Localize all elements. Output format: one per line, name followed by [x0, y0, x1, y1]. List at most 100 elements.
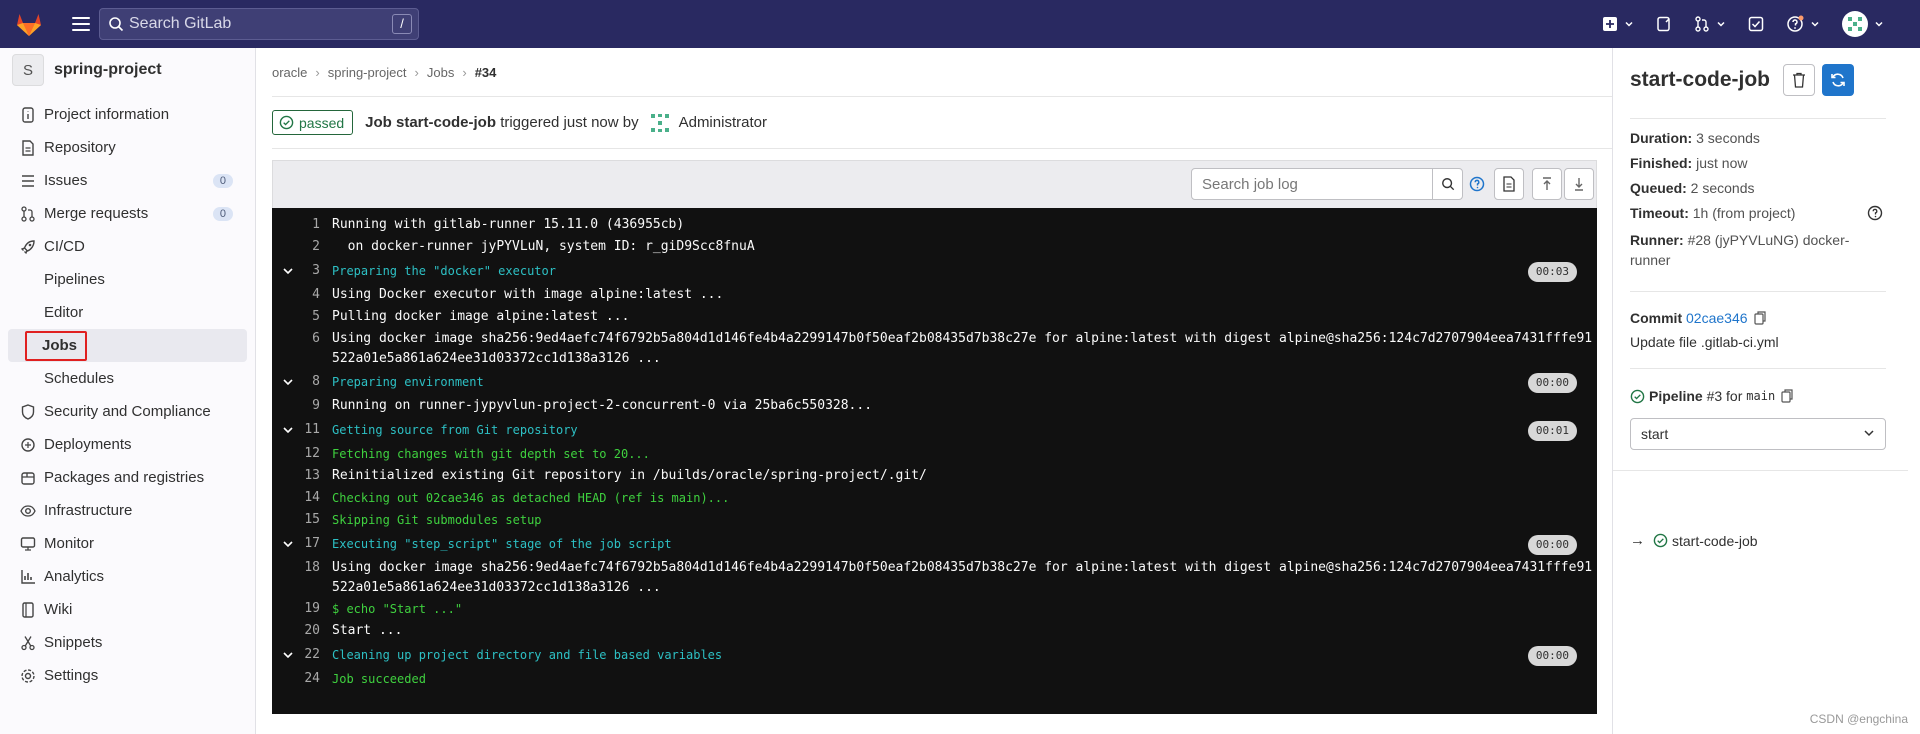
sidebar-item-project-information[interactable]: Project information [0, 98, 255, 131]
sidebar-item-wiki[interactable]: Wiki [0, 593, 255, 626]
chevron-down-icon[interactable] [282, 531, 298, 560]
search-icon [1441, 178, 1454, 191]
log-line-number[interactable]: 19 [272, 598, 332, 620]
log-line-number[interactable]: 11 [272, 417, 332, 443]
log-section-header[interactable]: 11 Getting source from Git repository 00:0… [272, 417, 1597, 443]
sidebar-item-merge-requests[interactable]: Merge requests 0 [0, 197, 255, 230]
sidebar-item-label: Wiki [44, 601, 73, 618]
sidebar-item-deployments[interactable]: Deployments [0, 428, 255, 461]
job-prefix: Job [365, 114, 392, 131]
chevron-down-icon[interactable] [282, 369, 298, 398]
job-log-search-input[interactable] [1192, 169, 1432, 199]
sidebar-item-analytics[interactable]: Analytics [0, 560, 255, 593]
project-name[interactable]: spring-project [54, 61, 162, 79]
log-line-number[interactable]: 8 [272, 369, 332, 395]
todo-check-icon [1748, 16, 1764, 32]
info-icon [20, 106, 36, 123]
log-line-number[interactable]: 9 [272, 395, 332, 417]
sidebar-item-label: Repository [44, 139, 116, 156]
erase-job-button[interactable] [1783, 64, 1815, 96]
scroll-to-bottom-button[interactable] [1564, 168, 1594, 200]
help-icon[interactable] [1867, 205, 1883, 221]
sidebar-subitem-pipelines[interactable]: Pipelines [0, 263, 255, 296]
copy-icon[interactable] [1781, 389, 1793, 403]
scroll-to-top-button[interactable] [1532, 168, 1562, 200]
log-line-number[interactable]: 2 [272, 236, 332, 258]
sidebar-item-snippets[interactable]: Snippets [0, 626, 255, 659]
log-line-number[interactable]: 17 [272, 531, 332, 557]
sidebar-item-packages[interactable]: Packages and registries [0, 461, 255, 494]
breadcrumb-separator-icon: › [315, 65, 320, 80]
sidebar-item-settings[interactable]: Settings [0, 659, 255, 692]
breadcrumb-item-project[interactable]: spring-project [328, 65, 407, 80]
global-search-input[interactable] [129, 15, 389, 33]
issues-nav[interactable] [1656, 16, 1672, 32]
job-user[interactable]: Administrator [679, 114, 767, 131]
sidebar-subitem-editor[interactable]: Editor [0, 296, 255, 329]
help-dropdown[interactable] [1786, 15, 1820, 33]
gitlab-logo-icon[interactable] [14, 9, 44, 39]
sidebar-item-monitor[interactable]: Monitor [0, 527, 255, 560]
log-line-number[interactable]: 24 [272, 668, 332, 690]
log-line: 13 Reinitialized existing Git repository … [272, 465, 1597, 487]
project-header[interactable]: S spring-project [0, 48, 255, 92]
log-line-number[interactable]: 5 [272, 306, 332, 328]
sidebar-subitem-jobs[interactable]: Jobs [8, 329, 247, 362]
commit-sha-link[interactable]: 02cae346 [1686, 310, 1748, 326]
help-icon[interactable] [1469, 176, 1485, 192]
issues-icon [1657, 16, 1670, 32]
stage-select[interactable]: start [1630, 418, 1886, 450]
job-list-item[interactable]: → start-code-job [1630, 532, 1758, 549]
log-section-header[interactable]: 8 Preparing environment 00:00 [272, 369, 1597, 395]
menu-icon[interactable] [72, 17, 90, 31]
breadcrumb-item-job-id[interactable]: #34 [475, 65, 497, 80]
chevron-down-icon[interactable] [282, 258, 298, 287]
status-badge[interactable]: passed [272, 110, 354, 135]
sidebar-item-security[interactable]: Security and Compliance [0, 395, 255, 428]
sidebar-subitem-schedules[interactable]: Schedules [0, 362, 255, 395]
log-line-number[interactable]: 14 [272, 487, 332, 509]
log-line-number[interactable]: 6 [272, 328, 332, 350]
new-dropdown[interactable] [1602, 16, 1634, 32]
chevron-down-icon [1717, 21, 1725, 27]
raw-log-button[interactable] [1494, 168, 1524, 200]
sidebar-item-infrastructure[interactable]: Infrastructure [0, 494, 255, 527]
retry-job-button[interactable] [1822, 64, 1854, 96]
book-icon [20, 601, 36, 618]
log-line-number[interactable]: 1 [272, 214, 332, 236]
user-avatar-icon[interactable] [649, 112, 671, 134]
todos-nav[interactable] [1748, 16, 1764, 32]
section-duration-badge: 00:00 [1527, 373, 1577, 393]
log-line-text: Running with gitlab-runner 15.11.0 (4369… [332, 217, 685, 232]
job-log-search[interactable] [1191, 168, 1463, 200]
user-menu[interactable] [1842, 11, 1884, 37]
log-line-number[interactable]: 13 [272, 465, 332, 487]
sidebar-item-issues[interactable]: Issues 0 [0, 164, 255, 197]
log-line-number[interactable]: 12 [272, 443, 332, 465]
log-line-text: Fetching changes with git depth set to 2… [332, 447, 650, 461]
log-section-header[interactable]: 22 Cleaning up project directory and file… [272, 642, 1597, 668]
finished-label: Finished: [1630, 155, 1693, 171]
log-line-number[interactable]: 22 [272, 642, 332, 668]
global-search[interactable]: / [99, 8, 419, 40]
job-log-search-button[interactable] [1432, 169, 1462, 199]
pipeline-number[interactable]: #3 [1707, 388, 1723, 404]
copy-icon[interactable] [1753, 311, 1766, 325]
log-line-number[interactable]: 15 [272, 509, 332, 531]
chevron-down-icon[interactable] [282, 642, 298, 671]
log-section-header[interactable]: 17 Executing "step_script" stage of the j… [272, 531, 1597, 557]
log-line-number[interactable]: 4 [272, 284, 332, 306]
sidebar-item-repository[interactable]: Repository [0, 131, 255, 164]
chevron-down-icon[interactable] [282, 417, 298, 446]
pipeline-label[interactable]: Pipeline [1649, 388, 1703, 404]
sidebar-item-label: Packages and registries [44, 469, 205, 486]
log-line-number[interactable]: 18 [272, 557, 332, 579]
merge-requests-nav[interactable] [1694, 16, 1726, 32]
breadcrumb-item-jobs[interactable]: Jobs [427, 65, 454, 80]
sidebar-item-cicd[interactable]: CI/CD [0, 230, 255, 263]
log-section-header[interactable]: 3 Preparing the "docker" executor 00:03 [272, 258, 1597, 284]
breadcrumb-item-group[interactable]: oracle [272, 65, 307, 80]
pipeline-ref[interactable]: main [1746, 389, 1775, 403]
log-line-number[interactable]: 20 [272, 620, 332, 642]
log-line-number[interactable]: 3 [272, 258, 332, 284]
